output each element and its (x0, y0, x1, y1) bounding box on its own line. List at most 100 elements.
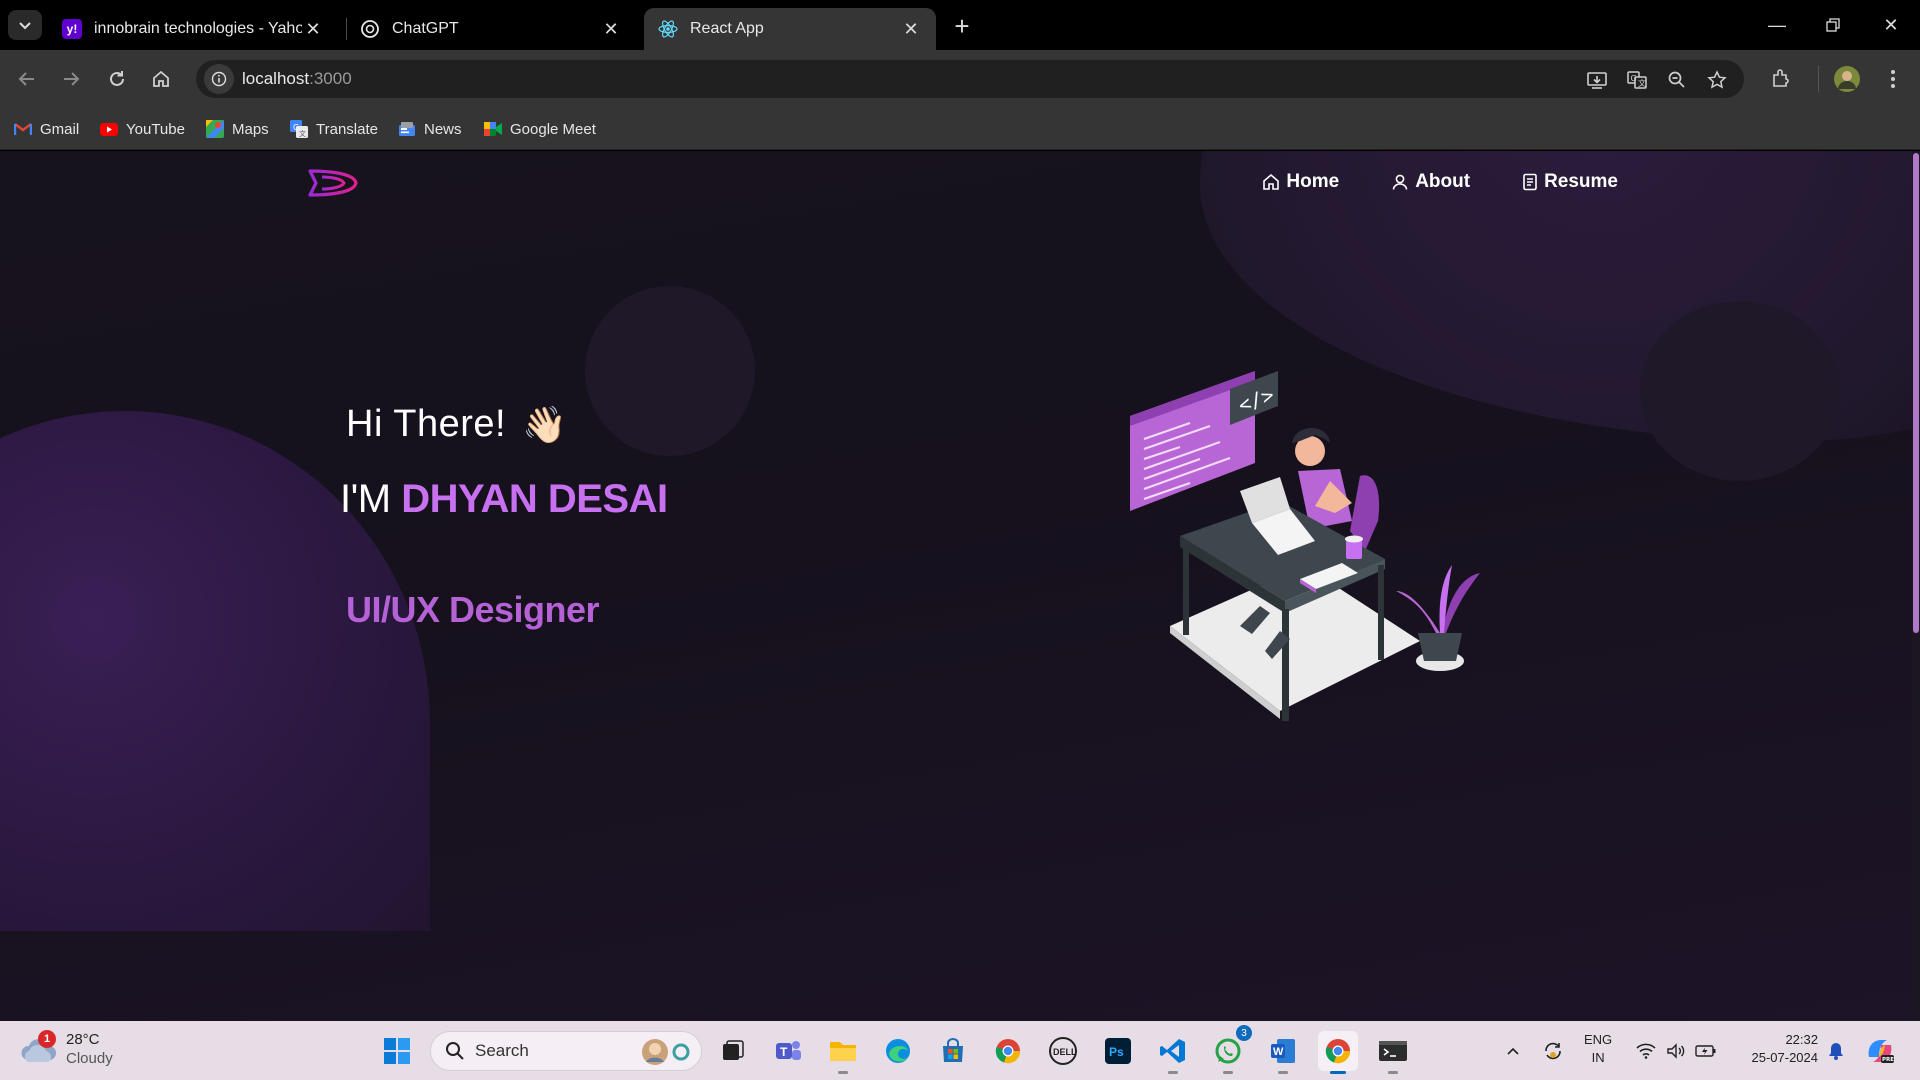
sync-icon[interactable] (1538, 1031, 1568, 1071)
scrollbar-thumb[interactable] (1913, 153, 1919, 633)
tab-react-app[interactable]: React App ✕ (644, 8, 936, 50)
vscode-icon[interactable] (1153, 1031, 1193, 1074)
bookmark-translate[interactable]: G文 Translate (290, 118, 378, 140)
forward-icon[interactable] (54, 62, 88, 96)
battery-icon[interactable] (1692, 1031, 1720, 1071)
chrome-active-icon[interactable] (1318, 1031, 1358, 1074)
chatgpt-icon (360, 19, 380, 39)
bookmark-star-icon[interactable] (1704, 67, 1730, 93)
clock-date: 25-07-2024 (1751, 1050, 1819, 1065)
chrome-icon[interactable] (988, 1031, 1028, 1071)
translate-page-icon[interactable]: G文 (1624, 67, 1650, 93)
weather-widget[interactable]: 1 28°C Cloudy (20, 1030, 113, 1068)
svg-text:G: G (1631, 74, 1637, 83)
close-icon[interactable]: ✕ (600, 18, 622, 40)
system-clock[interactable]: 22:32 25-07-2024 (1728, 1031, 1819, 1067)
word-icon[interactable]: W (1263, 1031, 1303, 1074)
tab-search-button[interactable] (8, 10, 42, 40)
profile-avatar[interactable] (1830, 62, 1864, 96)
tab-strip: y! innobrain technologies - Yahoo ✕ Chat… (0, 0, 1920, 50)
hero-greeting: Hi There! 👋🏻 (346, 403, 567, 446)
close-icon[interactable]: ✕ (302, 18, 324, 40)
greeting-text: Hi There! (346, 403, 507, 445)
new-tab-button[interactable]: + (948, 11, 976, 41)
notifications-bell-icon[interactable] (1824, 1031, 1848, 1071)
menu-dots-icon[interactable] (1876, 62, 1910, 96)
site-navbar: Home About Resume (1262, 171, 1618, 193)
news-icon (398, 120, 416, 138)
bookmark-maps[interactable]: Maps (206, 118, 269, 140)
svg-text:DELL: DELL (1053, 1047, 1077, 1057)
nav-home[interactable]: Home (1262, 171, 1339, 193)
hero-name-line: I'M DHYAN DESAI (340, 477, 668, 522)
gmail-icon (14, 120, 32, 138)
google-meet-icon (484, 120, 502, 138)
cloud-icon: 1 (20, 1030, 58, 1066)
reload-icon[interactable] (100, 62, 134, 96)
close-icon[interactable]: ✕ (900, 18, 922, 40)
volume-icon[interactable] (1662, 1031, 1690, 1071)
tab-chatgpt[interactable]: ChatGPT ✕ (346, 8, 636, 50)
svg-text:Ps: Ps (1109, 1045, 1124, 1059)
copilot-icon[interactable]: PRE (1862, 1031, 1898, 1071)
weather-temp: 28°C (66, 1031, 100, 1048)
nav-about[interactable]: About (1391, 171, 1470, 193)
svg-text:文: 文 (1638, 78, 1646, 88)
extensions-icon[interactable] (1764, 62, 1798, 96)
taskbar-search[interactable]: Search (430, 1031, 702, 1071)
tab-title: ChatGPT (392, 20, 459, 37)
home-icon[interactable] (144, 62, 178, 96)
address-bar[interactable]: localhost:3000 G文 (196, 60, 1744, 98)
bookmark-youtube[interactable]: YouTube (100, 118, 185, 140)
tab-title: innobrain technologies - Yahoo (94, 20, 302, 37)
translate-icon: G文 (290, 120, 308, 138)
clock-time: 22:32 (1785, 1032, 1818, 1047)
bookmarks-bar: Gmail YouTube Maps G文 Translate News Goo… (0, 108, 1920, 150)
url-text[interactable]: localhost:3000 (242, 69, 352, 89)
terminal-icon[interactable] (1373, 1031, 1413, 1074)
maps-icon (206, 120, 224, 138)
language-indicator[interactable]: ENG IN (1584, 1031, 1612, 1067)
microsoft-store-icon[interactable] (933, 1031, 973, 1071)
waving-hand-icon: 👋🏻 (522, 403, 568, 445)
restore-icon[interactable] (1818, 10, 1848, 40)
im-prefix: I'M (340, 477, 402, 521)
bookmark-gmail[interactable]: Gmail (14, 118, 79, 140)
bookmark-google-meet[interactable]: Google Meet (484, 118, 596, 140)
task-view-icon[interactable] (713, 1031, 753, 1071)
tab-yahoo[interactable]: y! innobrain technologies - Yahoo ✕ (48, 8, 338, 50)
back-icon[interactable] (10, 62, 44, 96)
whatsapp-icon[interactable]: 3 (1208, 1025, 1252, 1074)
nav-home-label: Home (1286, 171, 1340, 192)
windows-start-icon[interactable] (377, 1031, 417, 1071)
site-info-icon[interactable] (204, 64, 234, 94)
photoshop-icon[interactable]: Ps (1098, 1031, 1138, 1071)
background-blob (1640, 301, 1840, 481)
site-logo[interactable] (308, 167, 360, 199)
toolbar-divider (1818, 66, 1819, 92)
weather-condition: Cloudy (66, 1050, 113, 1067)
hero-role: UI/UX Designer (346, 589, 600, 630)
wifi-icon[interactable] (1632, 1031, 1660, 1071)
file-explorer-icon[interactable] (823, 1031, 863, 1074)
install-app-icon[interactable] (1584, 67, 1610, 93)
search-icon (446, 1042, 464, 1060)
dell-icon[interactable]: DELL (1043, 1031, 1083, 1071)
close-window-icon[interactable]: ✕ (1876, 10, 1906, 40)
windows-taskbar: 1 28°C Cloudy Search T DELL Ps 3 W ENG I… (0, 1021, 1920, 1080)
nav-resume[interactable]: Resume (1522, 171, 1618, 193)
tab-title: React App (690, 20, 764, 37)
svg-text:文: 文 (299, 129, 306, 138)
user-icon (1391, 173, 1409, 191)
portfolio-page: Home About Resume Hi There! 👋🏻 I'M DHYAN… (0, 151, 1920, 1021)
teams-icon[interactable]: T (768, 1031, 808, 1071)
edge-icon[interactable] (878, 1031, 918, 1071)
show-hidden-icons[interactable] (1500, 1031, 1526, 1071)
bookmark-news[interactable]: News (398, 118, 462, 140)
hero-name: DHYAN DESAI (401, 477, 668, 521)
nav-resume-label: Resume (1544, 171, 1618, 192)
page-scrollbar[interactable] (1912, 151, 1920, 1021)
minimize-icon[interactable]: — (1762, 10, 1792, 40)
home-icon (1262, 173, 1280, 191)
zoom-icon[interactable] (1664, 67, 1690, 93)
